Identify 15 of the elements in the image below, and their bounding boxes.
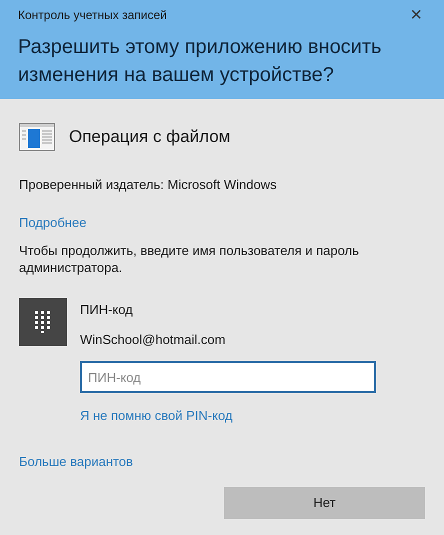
forgot-pin-link[interactable]: Я не помню свой PIN-код [80,406,232,426]
app-name: Операция с файлом [69,126,230,148]
pin-tile-icon [19,298,67,346]
window-icon [19,123,55,151]
close-button[interactable]: × [406,5,426,25]
window-title: Контроль учетных записей [18,7,167,24]
more-options-link[interactable]: Больше вариантов [19,452,133,471]
sign-in-method: ПИН-код [80,301,134,319]
pin-input-field[interactable]: ПИН-код [80,361,376,393]
no-button[interactable]: Нет [224,487,425,519]
publisher-text: Проверенный издатель: Microsoft Windows [19,176,278,194]
instruction-text: Чтобы продолжить, введите имя пользователя и пароль администратора. [19,242,360,276]
details-link[interactable]: Подробнее [19,212,86,232]
dialog-question: Разрешить этому приложению вносить изменения на вашем устройстве? [18,35,382,88]
account-email: WinSchool@hotmail.com [80,330,226,348]
